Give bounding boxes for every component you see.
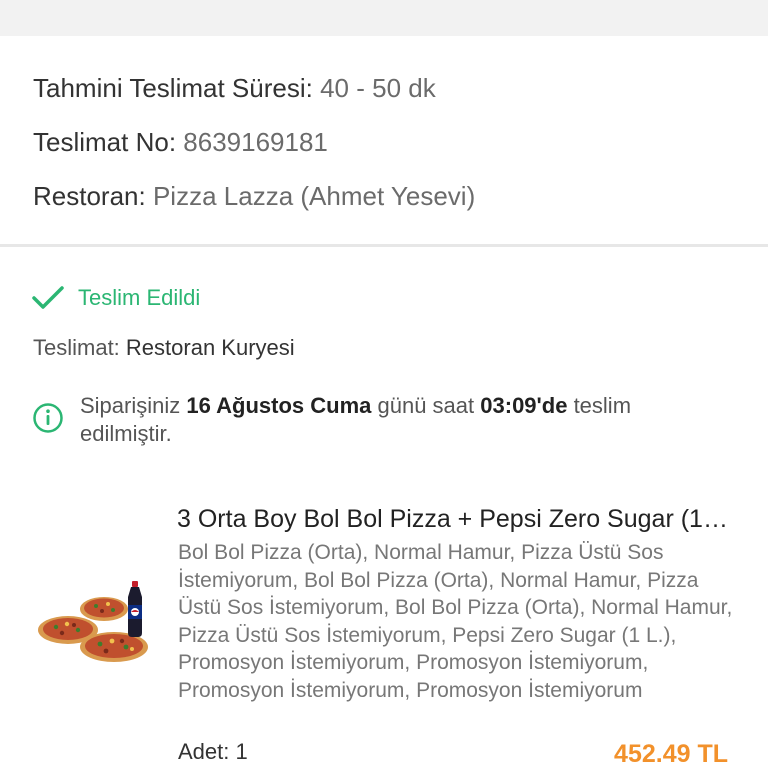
delivery-notice-text: Siparişiniz 16 Ağustos Cuma günü saat 03… (80, 392, 700, 448)
delivery-type-value: Restoran Kuryesi (125, 335, 295, 360)
delivery-status: Teslim Edildi (32, 282, 200, 314)
top-bar (0, 0, 768, 36)
delivery-type-row: Teslimat: Restoran Kuryesi (33, 334, 295, 362)
notice-middle: günü saat (371, 393, 481, 418)
product-price: 452.49 TL (614, 740, 728, 768)
delivery-number-row: Teslimat No: 8639169181 (33, 126, 328, 158)
notice-date: 16 Ağustos Cuma (186, 393, 372, 418)
checkmark-icon (32, 286, 64, 309)
section-divider (0, 244, 768, 247)
restaurant-label: Restoran: (33, 181, 146, 211)
status-text: Teslim Edildi (78, 285, 201, 310)
product-title[interactable]: 3 Orta Boy Bol Bol Pizza + Pepsi Zero Su… (177, 504, 733, 534)
estimated-time-row: Tahmini Teslimat Süresi: 40 - 50 dk (33, 72, 436, 104)
product-description: Bol Bol Pizza (Orta), Normal Hamur, Pizz… (178, 541, 733, 702)
delivery-type-label: Teslimat: (33, 335, 120, 360)
delivery-number-value: 8639169181 (183, 127, 328, 157)
pizza-and-pepsi-image (38, 581, 148, 662)
restaurant-name[interactable]: Pizza Lazza (Ahmet Yesevi) (153, 181, 475, 211)
estimated-time-value: 40 - 50 dk (320, 73, 436, 103)
notice-prefix: Siparişiniz (80, 393, 187, 418)
info-icon (33, 403, 63, 433)
notice-time: 03:09'de (480, 393, 568, 418)
estimated-time-label: Tahmini Teslimat Süresi: (33, 73, 313, 103)
delivery-number-label: Teslimat No: (33, 127, 177, 157)
product-quantity: Adet: 1 (178, 739, 248, 764)
delivery-info-section: Tahmini Teslimat Süresi: 40 - 50 dk Tesl… (0, 36, 768, 244)
restaurant-row: Restoran: Pizza Lazza (Ahmet Yesevi) (33, 180, 475, 212)
